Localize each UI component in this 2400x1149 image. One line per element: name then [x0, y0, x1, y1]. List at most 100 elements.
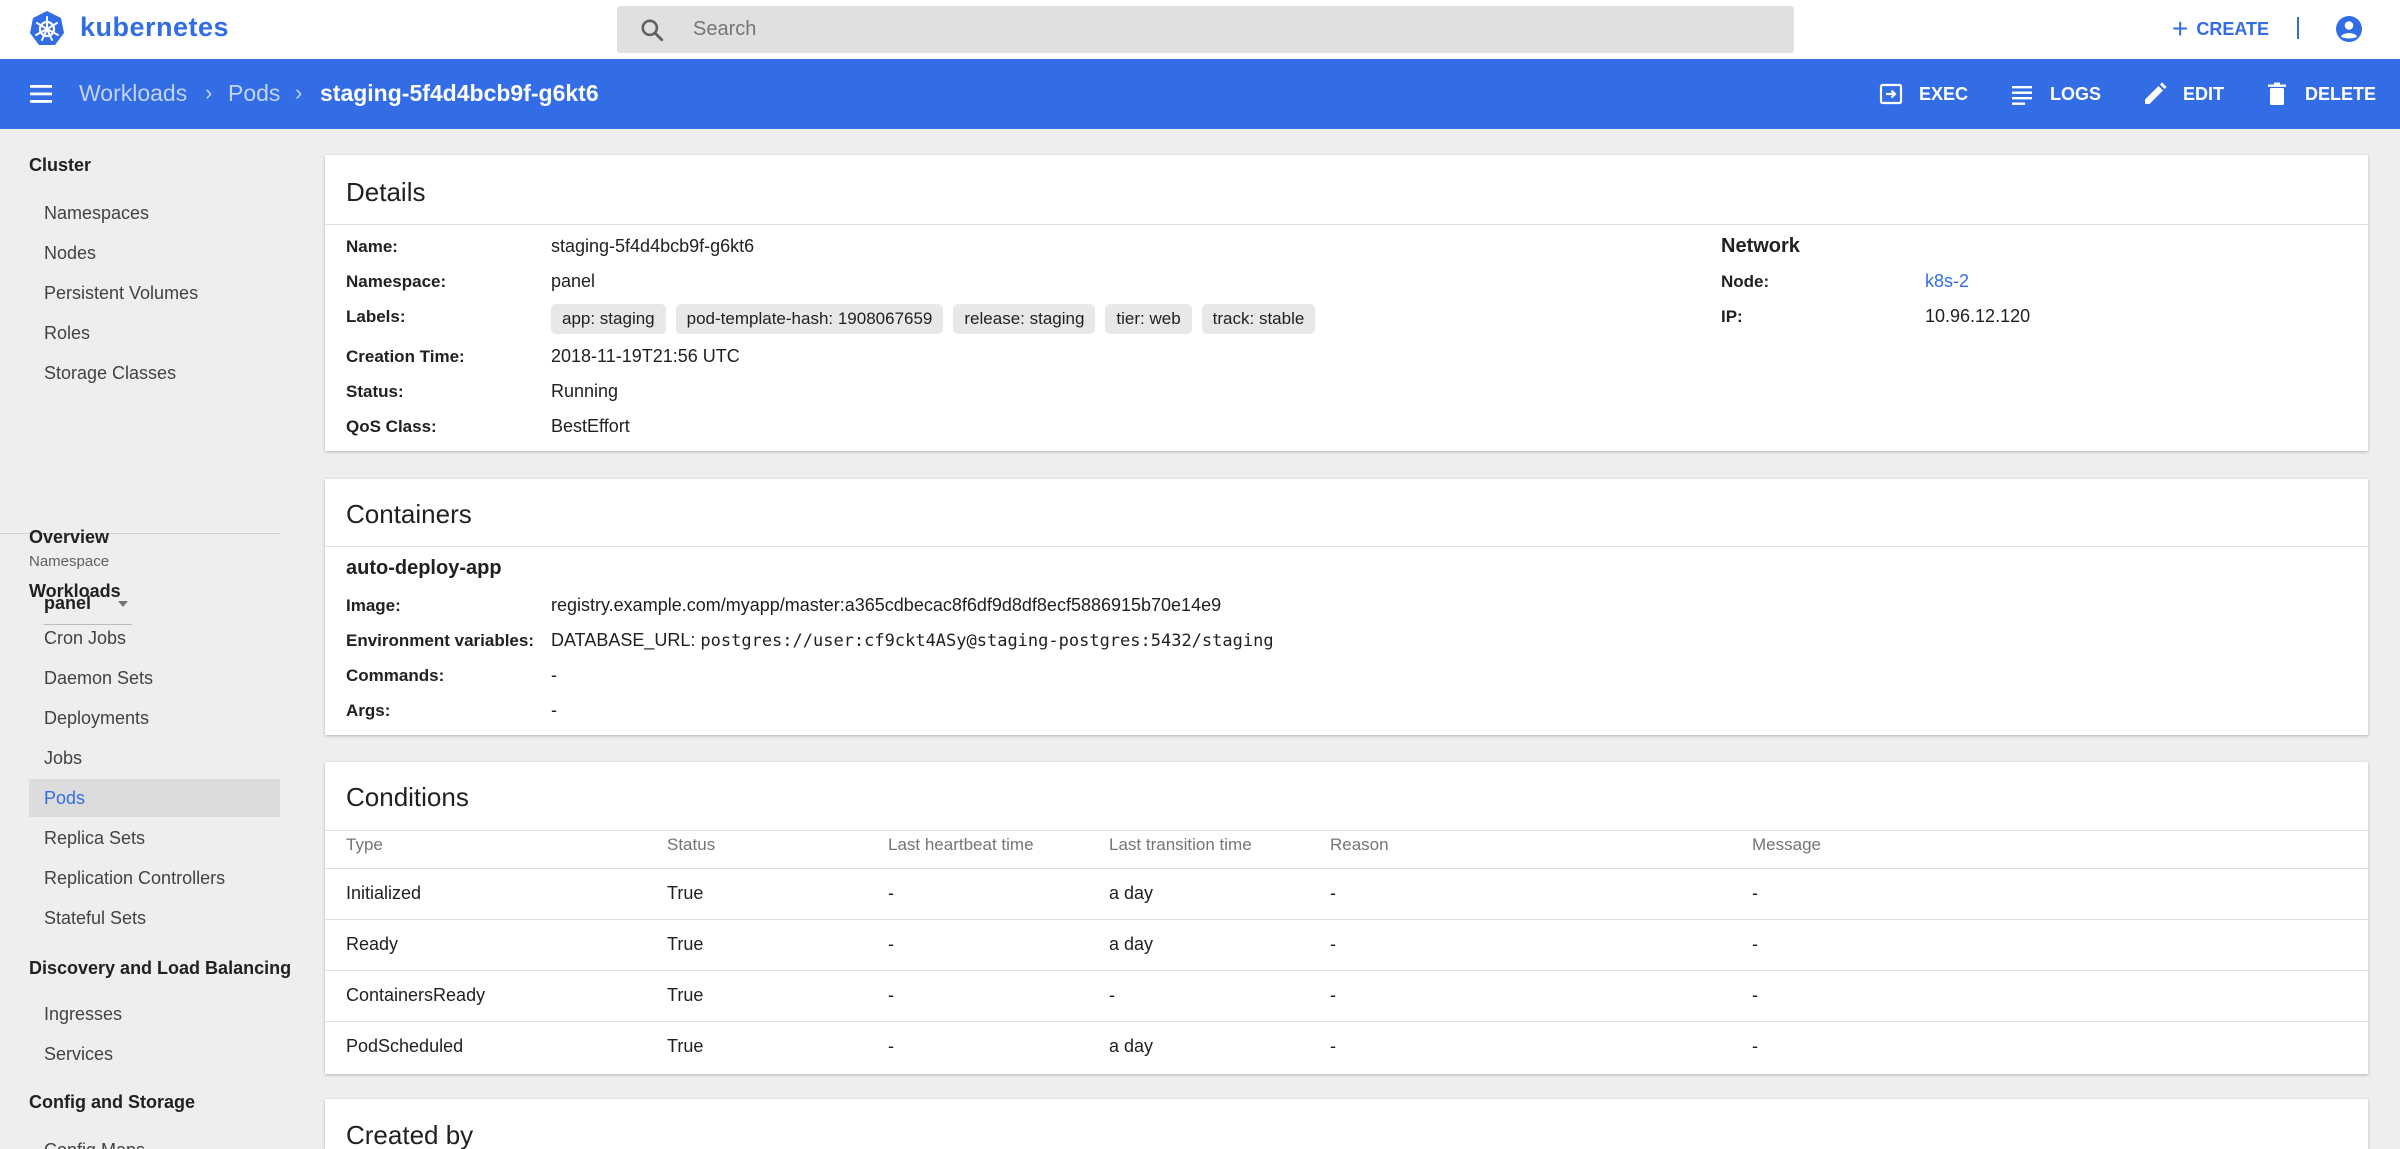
exec-label: EXEC	[1919, 83, 1969, 104]
cell-status: True	[667, 883, 704, 903]
image-value: registry.example.com/myapp/master:a365cd…	[551, 595, 1222, 615]
breadcrumb-pods[interactable]: Pods	[228, 80, 280, 107]
status-value: Running	[551, 381, 619, 401]
sidebar-item-jobs[interactable]: Jobs	[29, 739, 280, 777]
sidebar-item-cron-jobs[interactable]: Cron Jobs	[29, 619, 280, 657]
sidebar-item-services[interactable]: Services	[29, 1035, 280, 1073]
menu-icon[interactable]	[28, 81, 56, 107]
cell-type: Ready	[346, 934, 399, 954]
env-vars-key: Environment variables:	[346, 631, 535, 650]
sidebar-overview-label[interactable]: Overview	[29, 527, 109, 548]
commands-key: Commands:	[346, 666, 445, 685]
image-key: Image:	[346, 596, 401, 615]
sidebar-item-nodes[interactable]: Nodes	[29, 234, 280, 272]
column-header-status[interactable]: Status	[667, 835, 715, 855]
labels-list: app: staging pod-template-hash: 190806765…	[551, 304, 1325, 334]
breadcrumb-workloads[interactable]: Workloads	[79, 80, 187, 107]
conditions-divider	[325, 830, 2368, 831]
exec-icon	[1879, 83, 1903, 105]
cell-message: -	[1752, 934, 1758, 954]
containers-card: Containers auto-deploy-app Image: regist…	[325, 479, 2368, 735]
account-circle-icon[interactable]	[2334, 14, 2364, 44]
toolbar: Workloads › Pods › staging-5f4d4bcb9f-g6…	[0, 59, 2400, 129]
delete-button[interactable]: DELETE	[2263, 79, 2376, 109]
label-chip: release: staging	[953, 304, 1096, 334]
cell-reason: -	[1330, 1036, 1336, 1056]
create-button[interactable]: + CREATE	[2172, 14, 2269, 44]
exec-button[interactable]: EXEC	[1877, 79, 1968, 109]
column-header-reason[interactable]: Reason	[1330, 835, 1389, 855]
sidebar-item-namespaces[interactable]: Namespaces	[29, 194, 280, 232]
column-header-type[interactable]: Type	[346, 835, 383, 855]
cell-type: PodScheduled	[346, 1036, 464, 1056]
network-title: Network	[1721, 235, 1800, 257]
sidebar-item-storage-classes[interactable]: Storage Classes	[29, 354, 280, 392]
sidebar-section-cluster[interactable]: Cluster	[29, 155, 91, 176]
plus-icon: +	[2172, 13, 2189, 44]
search-input[interactable]	[693, 6, 1773, 53]
node-key: Node:	[1721, 272, 1770, 291]
cell-status: True	[667, 985, 704, 1005]
column-header-last-heartbeat[interactable]: Last heartbeat time	[888, 835, 1034, 855]
creation-time-key: Creation Time:	[346, 347, 465, 366]
cell-heartbeat: -	[888, 883, 894, 903]
cell-heartbeat: -	[888, 985, 894, 1005]
table-row: Initialized True - a day - -	[325, 868, 2368, 919]
sidebar-section-config[interactable]: Config and Storage	[29, 1092, 195, 1113]
sidebar-item-roles[interactable]: Roles	[29, 314, 280, 352]
cell-transition: a day	[1109, 883, 1154, 903]
conditions-title: Conditions	[346, 782, 469, 812]
namespace-value: panel	[551, 271, 596, 291]
node-link[interactable]: k8s-2	[1925, 271, 1969, 292]
brand-name[interactable]: kubernetes	[80, 12, 229, 43]
sidebar-item-replication-controllers[interactable]: Replication Controllers	[29, 859, 280, 897]
sidebar-item-replica-sets[interactable]: Replica Sets	[29, 819, 280, 857]
logs-button[interactable]: LOGS	[2008, 79, 2101, 109]
edit-pencil-icon	[2145, 82, 2167, 104]
column-header-last-transition[interactable]: Last transition time	[1109, 835, 1252, 855]
container-name: auto-deploy-app	[346, 557, 502, 579]
cell-heartbeat: -	[888, 1036, 894, 1056]
table-row: Ready True - a day - -	[325, 919, 2368, 970]
sidebar: Cluster Namespaces Nodes Persistent Volu…	[0, 129, 295, 1149]
created-by-title: Created by	[346, 1120, 474, 1149]
cell-reason: -	[1330, 883, 1336, 903]
cell-message: -	[1752, 985, 1758, 1005]
page-title: staging-5f4d4bcb9f-g6kt6	[320, 80, 599, 106]
sidebar-item-daemon-sets[interactable]: Daemon Sets	[29, 659, 280, 697]
sidebar-item-persistent-volumes[interactable]: Persistent Volumes	[29, 274, 280, 312]
qos-class-key: QoS Class:	[346, 417, 437, 436]
creation-time-value: 2018-11-19T21:56 UTC	[551, 346, 740, 366]
create-label: CREATE	[2196, 18, 2270, 39]
status-key: Status:	[346, 382, 404, 401]
sidebar-section-discovery[interactable]: Discovery and Load Balancing	[29, 958, 291, 979]
cell-reason: -	[1330, 934, 1336, 954]
cell-message: -	[1752, 1036, 1758, 1056]
chevron-right-icon: ›	[295, 80, 303, 105]
env-var-value: postgres://user:cf9ckt4ASy@staging-postg…	[700, 631, 1274, 651]
sidebar-item-pods[interactable]: Pods	[29, 779, 280, 817]
kubernetes-logo-icon[interactable]	[28, 10, 66, 48]
label-chip: app: staging	[551, 304, 666, 334]
namespace-key: Namespace:	[346, 272, 447, 291]
cell-status: True	[667, 934, 704, 954]
details-title: Details	[346, 177, 426, 207]
search-bar[interactable]	[617, 6, 1794, 53]
ip-value: 10.96.12.120	[1925, 306, 2031, 326]
table-row: ContainersReady True - - - -	[325, 970, 2368, 1021]
search-icon	[641, 19, 664, 42]
delete-trash-icon	[2268, 82, 2286, 105]
sidebar-item-ingresses[interactable]: Ingresses	[29, 995, 280, 1033]
ip-key: IP:	[1721, 307, 1743, 326]
table-row: PodScheduled True - a day - -	[325, 1021, 2368, 1072]
sidebar-item-config-maps[interactable]: Config Maps	[29, 1131, 280, 1149]
details-card: Details Name: staging-5f4d4bcb9f-g6kt6 N…	[325, 155, 2368, 451]
sidebar-section-workloads[interactable]: Workloads	[29, 581, 121, 602]
sidebar-item-deployments[interactable]: Deployments	[29, 699, 280, 737]
cell-transition: a day	[1109, 934, 1154, 954]
edit-button[interactable]: EDIT	[2141, 79, 2224, 109]
column-header-message[interactable]: Message	[1752, 835, 1821, 855]
env-var-name: DATABASE_URL:	[551, 630, 696, 650]
sidebar-item-stateful-sets[interactable]: Stateful Sets	[29, 899, 280, 937]
containers-divider	[325, 546, 2368, 547]
